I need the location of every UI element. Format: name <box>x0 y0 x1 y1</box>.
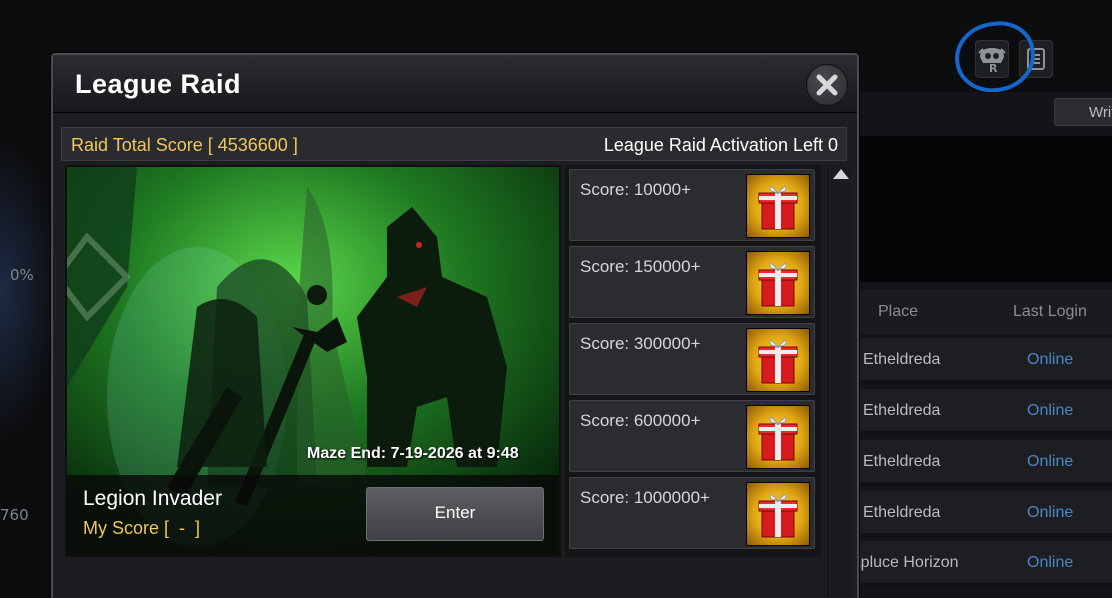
reward-scrollbar[interactable] <box>827 165 851 598</box>
table-row[interactable]: Etheldreda Online <box>858 491 1112 537</box>
raid-total-score: Raid Total Score [ 4536600 ] <box>71 135 298 155</box>
close-icon <box>816 74 838 96</box>
raid-info-footer: Legion Invader My Score [ - ] Enter <box>67 475 559 555</box>
raid-name: Legion Invader <box>83 487 222 510</box>
gift-box-icon <box>746 405 810 469</box>
gift-box-icon <box>746 328 810 392</box>
dialog-title: League Raid <box>75 69 242 99</box>
reward-threshold: Score: 150000+ <box>580 257 701 276</box>
reward-threshold: Score: 10000+ <box>580 180 692 199</box>
side-count: 760 <box>0 506 29 524</box>
reward-item[interactable]: Score: 1000000+ <box>569 477 815 549</box>
close-button[interactable] <box>806 64 848 106</box>
row-place: Etheldreda <box>863 504 941 521</box>
row-status: Online <box>1027 351 1074 368</box>
table-row[interactable]: Etheldreda Online <box>858 440 1112 486</box>
row-status: Online <box>1027 453 1074 470</box>
reward-threshold: Score: 600000+ <box>580 411 701 430</box>
enter-button[interactable]: Enter <box>366 487 544 541</box>
table-row[interactable]: Apluce Horizon Online <box>850 541 1112 587</box>
table-row[interactable]: Etheldreda Online <box>858 338 1112 384</box>
reward-item[interactable]: Score: 10000+ <box>569 169 815 241</box>
raid-score-bar: Raid Total Score [ 4536600 ] League Raid… <box>61 127 847 161</box>
annotation-circle <box>950 16 1040 98</box>
row-place: Etheldreda <box>863 453 941 470</box>
column-header-place: Place <box>878 303 919 320</box>
reward-list: Score: 10000+ Score: 150000+ Score: 3000… <box>565 165 821 557</box>
reward-item[interactable]: Score: 600000+ <box>569 400 815 472</box>
gift-box-icon <box>746 174 810 238</box>
league-raid-dialog: League Raid Raid Total Score [ 4536600 ]… <box>51 53 859 598</box>
row-status: Online <box>1027 504 1074 521</box>
my-score: My Score [ - ] <box>83 518 201 538</box>
reward-threshold: Score: 1000000+ <box>580 488 710 507</box>
progress-percent: 0% <box>10 266 34 284</box>
row-place: Apluce Horizon <box>850 554 959 571</box>
raid-card: Maze End: 7-19-2026 at 9:48 Legion Invad… <box>65 165 561 557</box>
reward-item[interactable]: Score: 300000+ <box>569 323 815 395</box>
member-table-header: Place Last Login <box>858 290 1112 334</box>
gift-box-icon <box>746 251 810 315</box>
table-row[interactable]: Etheldreda Online <box>858 389 1112 435</box>
scroll-up-arrow-icon[interactable] <box>833 169 849 179</box>
maze-end-time: Maze End: 7-19-2026 at 9:48 <box>307 445 519 462</box>
reward-threshold: Score: 300000+ <box>580 334 701 353</box>
row-place: Etheldreda <box>863 351 941 368</box>
dialog-header: League Raid <box>53 55 857 113</box>
column-header-last-login: Last Login <box>1013 303 1087 320</box>
row-place: Etheldreda <box>863 402 941 419</box>
guild-notice-area <box>858 136 1112 282</box>
write-button[interactable]: Write <box>1054 98 1112 126</box>
row-status: Online <box>1027 402 1074 419</box>
row-status: Online <box>1027 554 1074 571</box>
gift-box-icon <box>746 482 810 546</box>
reward-item[interactable]: Score: 150000+ <box>569 246 815 318</box>
activation-left: League Raid Activation Left 0 <box>603 135 838 155</box>
